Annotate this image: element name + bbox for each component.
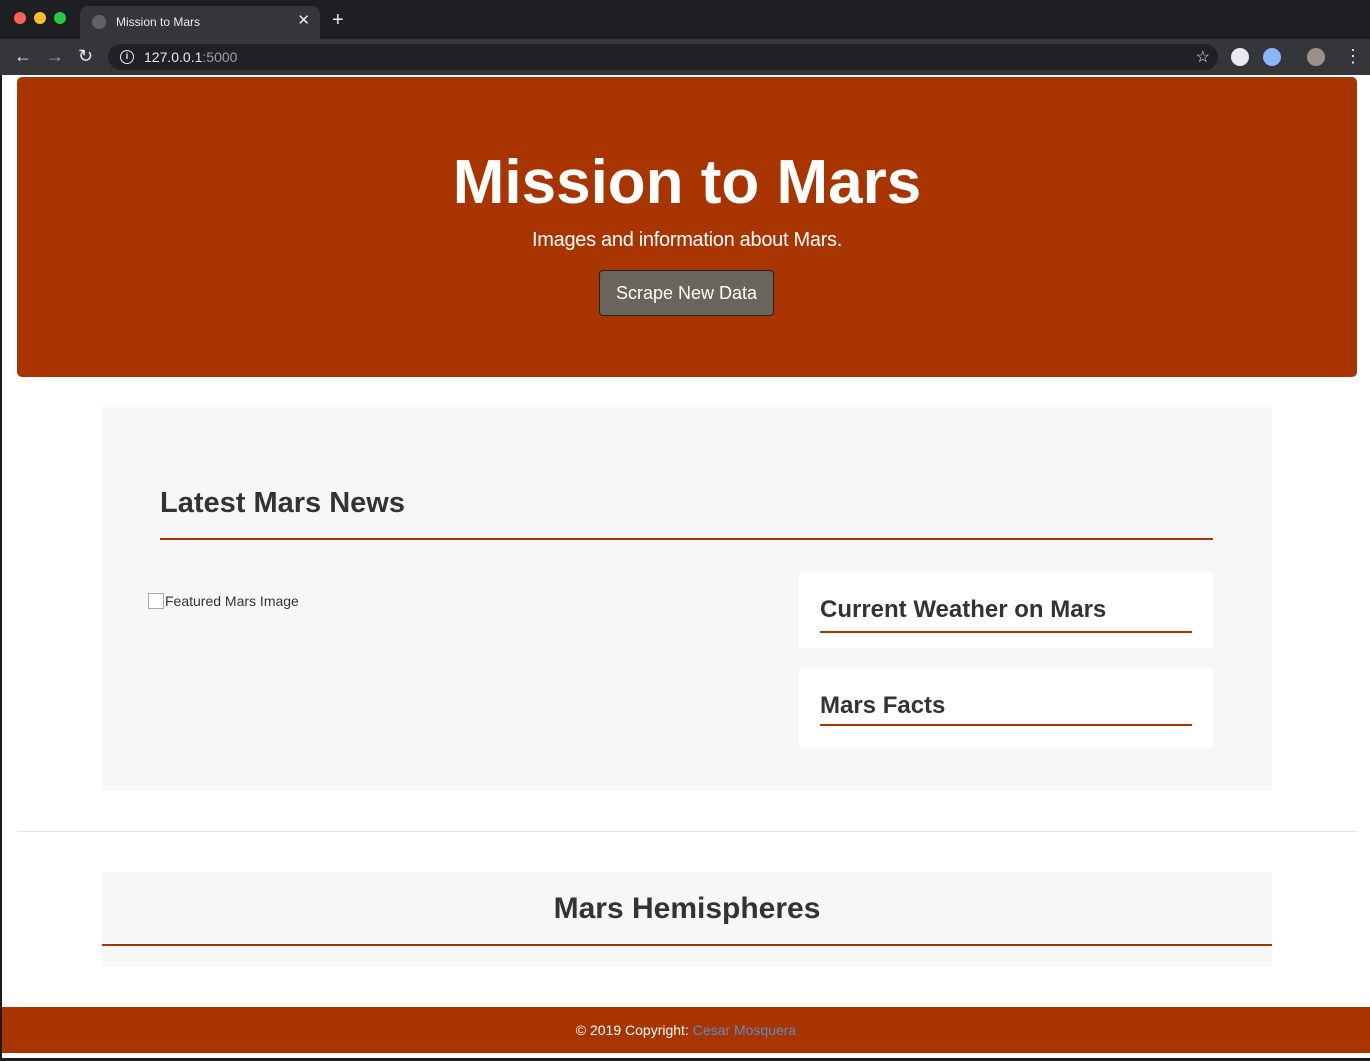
browser-tab-bar: Mission to Mars ✕ +: [0, 0, 1370, 39]
page-title: Mission to Mars: [452, 148, 922, 217]
address-bar[interactable]: i 127.0.0.1:5000 ☆: [108, 44, 1218, 70]
page-subtitle: Images and information about Mars.: [532, 229, 842, 251]
broken-image-icon: [148, 593, 164, 609]
section-divider: [17, 831, 1357, 832]
menu-icon[interactable]: ⋮: [1344, 46, 1362, 66]
facts-divider: [820, 724, 1192, 726]
hero-banner: Mission to Mars Images and information a…: [17, 77, 1357, 377]
facts-heading: Mars Facts: [820, 692, 946, 719]
star-icon[interactable]: ☆: [1196, 47, 1210, 67]
reload-icon[interactable]: ↻: [78, 46, 93, 66]
maximize-window-button[interactable]: [54, 12, 66, 24]
copyright-text: © 2019 Copyright:: [575, 1022, 693, 1038]
tab-title: Mission to Mars: [116, 15, 201, 29]
extension-icon[interactable]: [1231, 48, 1249, 66]
minimize-window-button[interactable]: [34, 12, 46, 24]
close-icon[interactable]: ✕: [297, 11, 310, 31]
weather-divider: [820, 631, 1192, 633]
scrape-button[interactable]: Scrape New Data: [599, 270, 774, 316]
back-arrow-icon[interactable]: ←: [14, 46, 32, 66]
info-icon[interactable]: i: [120, 50, 134, 64]
globe-icon: [92, 15, 106, 29]
footer-text: © 2019 Copyright: Cesar Mosquera: [2, 1022, 1370, 1038]
weather-card: Current Weather on Mars: [799, 572, 1213, 648]
news-section: Latest Mars News Featured Mars Image Cur…: [102, 407, 1272, 791]
hemispheres-heading: Mars Hemispheres: [553, 892, 821, 925]
profile-avatar[interactable]: [1307, 48, 1325, 66]
author-link[interactable]: Cesar Mosquera: [693, 1022, 797, 1038]
browser-tab[interactable]: Mission to Mars ✕: [80, 6, 320, 39]
extension-icon[interactable]: [1263, 48, 1281, 66]
page-viewport: Mission to Mars Images and information a…: [2, 75, 1370, 1058]
news-divider: [160, 538, 1213, 540]
hemispheres-section: Mars Hemispheres: [102, 872, 1272, 967]
url-host: 127.0.0.1: [144, 49, 203, 65]
browser-toolbar: ← → ↻ i 127.0.0.1:5000 ☆ ⋮: [0, 39, 1370, 75]
url-text: 127.0.0.1:5000: [144, 49, 237, 65]
hemispheres-divider: [102, 944, 1272, 946]
forward-arrow-icon[interactable]: →: [46, 46, 64, 66]
facts-card: Mars Facts: [799, 668, 1213, 748]
plus-icon[interactable]: +: [332, 9, 344, 31]
page-footer: © 2019 Copyright: Cesar Mosquera: [2, 1007, 1370, 1053]
featured-image-alt: Featured Mars Image: [165, 593, 299, 609]
weather-heading: Current Weather on Mars: [820, 596, 1107, 623]
news-heading: Latest Mars News: [160, 487, 405, 519]
url-port: :5000: [202, 49, 238, 65]
close-window-button[interactable]: [14, 12, 26, 24]
featured-image: Featured Mars Image: [148, 593, 299, 609]
